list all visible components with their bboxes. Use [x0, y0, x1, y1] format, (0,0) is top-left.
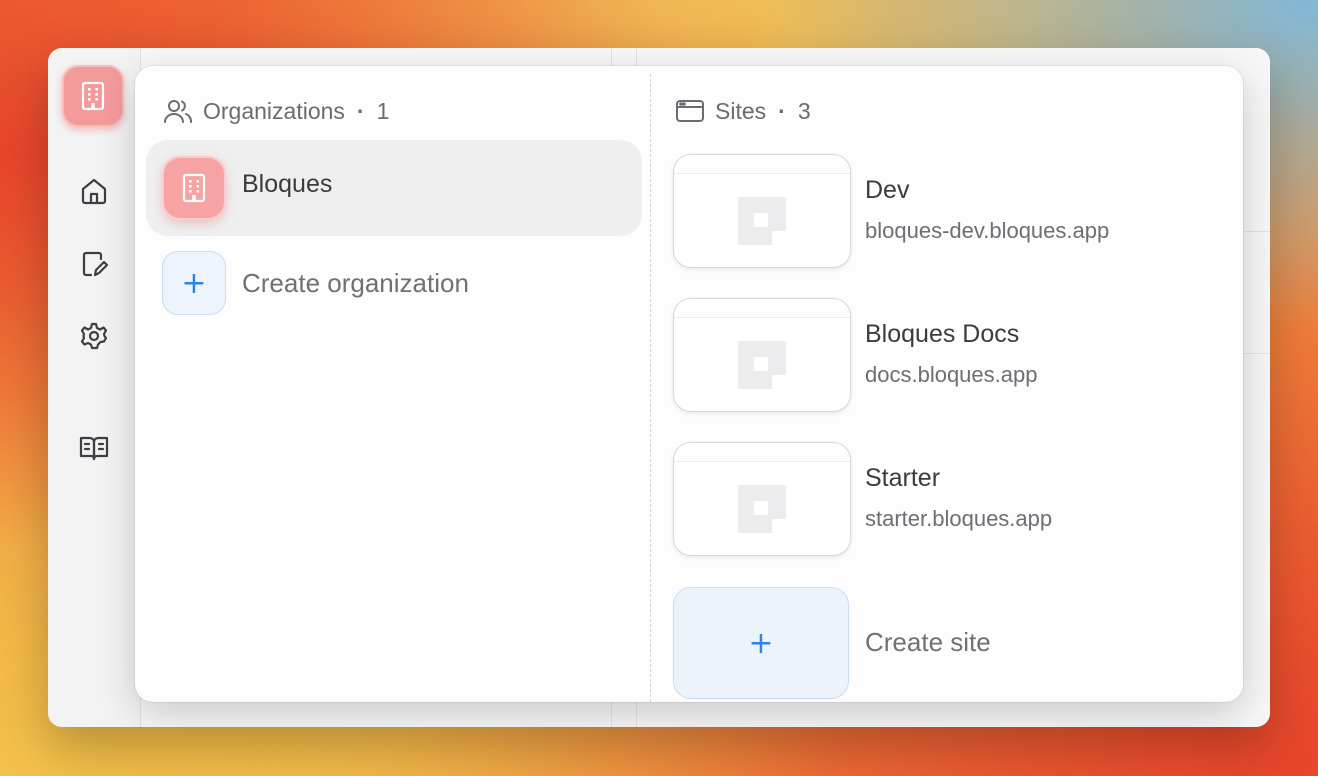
edit-button[interactable]	[74, 244, 114, 284]
app-window: Organizations · 1 Bloques + Create organ…	[48, 48, 1270, 727]
site-url: bloques-dev.bloques.app	[865, 218, 1110, 243]
building-icon	[81, 81, 105, 111]
org-switcher-button[interactable]	[62, 65, 124, 127]
site-thumbnail	[673, 154, 851, 268]
home-button[interactable]	[74, 171, 114, 211]
create-site-label: Create site	[865, 627, 991, 657]
sidebar	[48, 48, 141, 727]
browser-window-icon	[676, 100, 704, 122]
docs-button[interactable]	[74, 428, 114, 468]
site-thumbnail	[673, 442, 851, 556]
book-icon	[79, 436, 109, 461]
plus-icon: +	[673, 587, 849, 699]
sites-panel: Sites · 3 Dev bloques-dev.bloques.app Bl…	[651, 66, 1243, 702]
bloques-logo-icon	[738, 341, 786, 389]
home-icon	[81, 178, 107, 205]
switcher-popover: Organizations · 1 Bloques + Create organ…	[135, 66, 1243, 702]
organization-avatar	[162, 156, 226, 220]
users-icon	[164, 100, 192, 123]
create-site-button[interactable]: + Create site	[673, 587, 1173, 699]
site-url: starter.bloques.app	[865, 506, 1053, 531]
bloques-logo-icon	[738, 197, 786, 245]
site-thumbnail	[673, 298, 851, 412]
settings-button[interactable]	[74, 316, 114, 356]
edit-document-icon	[82, 251, 109, 277]
organizations-count: 1	[376, 97, 390, 124]
organization-name: Bloques	[242, 170, 333, 198]
site-name: Dev	[865, 176, 910, 204]
settings-gear-icon	[80, 322, 108, 350]
site-item-bloques-docs[interactable]: Bloques Docs docs.bloques.app	[673, 298, 1173, 414]
thumbnail-toolbar	[674, 461, 850, 462]
organization-item-bloques[interactable]: Bloques	[146, 140, 642, 236]
organizations-panel: Organizations · 1 Bloques + Create organ…	[135, 66, 650, 702]
header-separator: ·	[778, 97, 786, 124]
plus-icon: +	[162, 251, 226, 315]
sites-title: Sites	[715, 97, 767, 124]
thumbnail-toolbar	[674, 173, 850, 174]
organizations-header: Organizations · 1	[163, 96, 389, 126]
header-separator: ·	[356, 97, 365, 124]
site-item-starter[interactable]: Starter starter.bloques.app	[673, 442, 1173, 558]
create-organization-label: Create organization	[242, 268, 469, 298]
building-icon	[182, 173, 206, 203]
site-name: Starter	[865, 464, 941, 492]
bloques-logo-icon	[738, 485, 786, 533]
site-name: Bloques Docs	[865, 320, 1020, 348]
sites-count: 3	[797, 97, 811, 124]
organizations-title: Organizations	[203, 97, 345, 124]
create-organization-button[interactable]: + Create organization	[146, 248, 642, 318]
site-url: docs.bloques.app	[865, 362, 1038, 387]
sites-header: Sites · 3	[675, 96, 811, 126]
site-item-dev[interactable]: Dev bloques-dev.bloques.app	[673, 154, 1173, 270]
thumbnail-toolbar	[674, 317, 850, 318]
